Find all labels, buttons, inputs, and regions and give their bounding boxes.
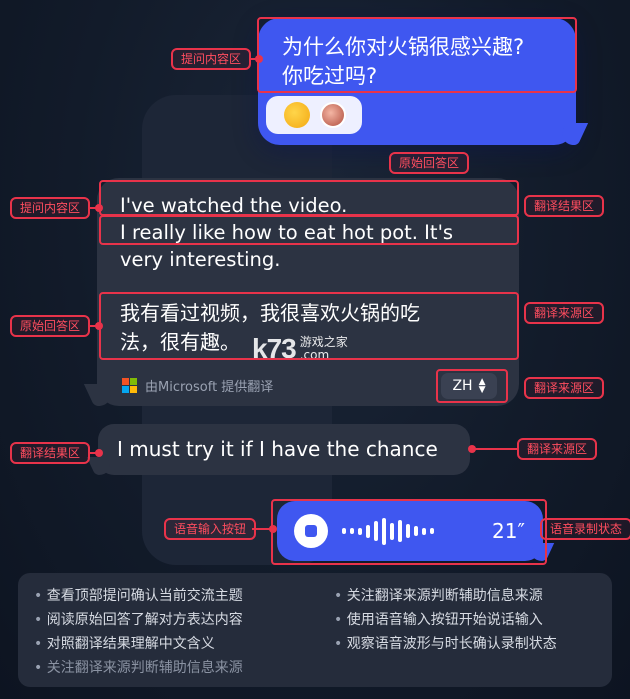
highlight-lang-button	[436, 369, 508, 403]
note-item: 观察语音波形与时长确认录制状态	[334, 633, 596, 655]
leader-line	[90, 322, 103, 330]
instructions-panel: 查看顶部提问确认当前交流主题 关注翻译来源判断辅助信息来源 阅读原始回答了解对方…	[18, 573, 612, 687]
annotation-ask-area-left: 提问内容区	[10, 197, 91, 219]
note-item: 查看顶部提问确认当前交流主题	[34, 585, 334, 607]
annotation-source-area-right-1: 翻译来源区	[524, 302, 605, 324]
second-reply-text: I must try it if I have the chance	[117, 437, 438, 461]
translation-provider: 由Microsoft 提供翻译	[122, 376, 273, 395]
emoji-hand-icon[interactable]	[284, 102, 310, 128]
annotation-source-area-right-2: 翻译来源区	[524, 377, 605, 399]
note-item: 关注翻译来源判断辅助信息来源	[334, 585, 596, 607]
note-item: 阅读原始回答了解对方表达内容	[34, 609, 334, 631]
ms-logo-square	[122, 378, 129, 385]
leader-line	[251, 55, 263, 63]
annotation-result-area-left: 翻译结果区	[10, 442, 91, 464]
highlight-en-line2	[99, 215, 519, 245]
leader-line	[90, 449, 103, 457]
annotation-source-area-right-3: 翻译来源区	[517, 438, 598, 460]
leader-line	[252, 525, 277, 533]
note-item: 使用语音输入按钮开始说话输入	[334, 609, 596, 631]
note-item: 对照翻译结果理解中文含义	[34, 633, 334, 655]
highlight-zh-original	[99, 292, 519, 360]
annotation-original-area-top: 原始回答区	[389, 152, 470, 174]
provider-label: 由Microsoft 提供翻译	[145, 380, 274, 395]
microsoft-logo-icon	[122, 378, 137, 393]
highlight-voice-bar	[271, 499, 547, 565]
leader-line	[468, 445, 517, 453]
annotation-voice-input-button: 语音输入按钮	[164, 518, 257, 540]
leader-line	[90, 204, 103, 212]
highlight-question	[257, 17, 577, 93]
note-item: 关注翻译来源判断辅助信息来源	[34, 657, 334, 679]
ms-logo-square	[130, 386, 137, 393]
ms-logo-square	[130, 378, 137, 385]
annotation-result-area-right: 翻译结果区	[524, 195, 605, 217]
reaction-pill[interactable]	[266, 96, 362, 134]
ms-logo-square	[122, 386, 129, 393]
avatar-pair-icon[interactable]	[320, 102, 346, 128]
translated-line-3: very interesting.	[120, 248, 281, 271]
annotation-ask-area-top: 提问内容区	[171, 48, 252, 70]
annotation-voice-record-state: 语音录制状态	[540, 518, 630, 540]
annotation-original-area-left: 原始回答区	[10, 315, 91, 337]
highlight-en-line1	[99, 180, 519, 216]
